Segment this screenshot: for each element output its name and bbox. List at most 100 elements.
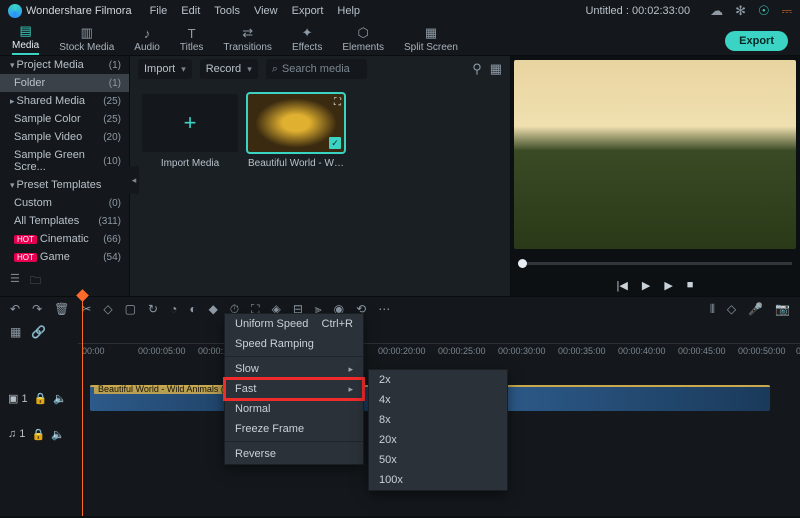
tab-stock-media[interactable]: ▥Stock Media bbox=[59, 25, 114, 55]
sidebar-item-cinematic[interactable]: HOTCinematic(66) bbox=[0, 230, 129, 248]
sidebar-item-custom[interactable]: Custom(0) bbox=[0, 194, 129, 212]
menu-export[interactable]: Export bbox=[292, 5, 324, 17]
grid-view-icon[interactable]: ▦ bbox=[490, 61, 502, 77]
tab-split-screen[interactable]: ▦Split Screen bbox=[404, 25, 458, 55]
tab-media[interactable]: ▤Media bbox=[12, 23, 39, 55]
main-menu: File Edit Tools View Export Help bbox=[150, 5, 360, 17]
search-media-input[interactable]: ⌕Search media bbox=[266, 59, 367, 79]
caret-down-icon: ▾ bbox=[10, 60, 15, 70]
preview-scrubber-row bbox=[510, 249, 800, 277]
sidebar-item-sample-green[interactable]: Sample Green Scre...(10) bbox=[0, 146, 129, 176]
titles-icon: T bbox=[188, 26, 196, 41]
tab-transitions[interactable]: ⇄Transitions bbox=[223, 25, 272, 55]
record-dropdown[interactable]: Record▾ bbox=[200, 59, 258, 79]
tab-effects[interactable]: ✦Effects bbox=[292, 25, 322, 55]
sidebar-item-sample-video[interactable]: Sample Video(20) bbox=[0, 128, 129, 146]
keyframe-icon[interactable]: ◆ bbox=[209, 302, 218, 316]
menu-reverse[interactable]: Reverse bbox=[225, 444, 363, 464]
timeline-ruler[interactable]: 00:00 00:00:05:00 00:00:10:00 00:00:15:0… bbox=[78, 343, 800, 367]
redo-icon[interactable]: ↷ bbox=[32, 302, 42, 316]
menu-fast[interactable]: Fast bbox=[225, 379, 363, 399]
import-dropdown[interactable]: Import▾ bbox=[138, 59, 192, 79]
plus-icon: + bbox=[184, 110, 197, 136]
playhead[interactable] bbox=[82, 297, 83, 516]
marker-icon[interactable]: ◇ bbox=[103, 302, 112, 316]
preview-panel: |◀ ▶ ▶ ■ bbox=[510, 56, 800, 296]
fast-50x[interactable]: 50x bbox=[369, 450, 507, 470]
sidebar-item-sample-color[interactable]: Sample Color(25) bbox=[0, 110, 129, 128]
mixer-icon[interactable]: ⫴ bbox=[710, 302, 715, 317]
sidebar-item-preset-templates[interactable]: ▾Preset Templates bbox=[0, 176, 129, 194]
crop-icon[interactable]: ▢ bbox=[125, 302, 136, 316]
preview-viewport[interactable] bbox=[514, 60, 796, 249]
export-button[interactable]: Export bbox=[725, 31, 788, 51]
undo-icon[interactable]: ↶ bbox=[10, 302, 20, 316]
more-icon[interactable]: ⋯ bbox=[378, 302, 390, 316]
scrub-handle[interactable] bbox=[518, 259, 527, 268]
stop-button[interactable]: ■ bbox=[687, 279, 694, 292]
rotate-icon[interactable]: ↻ bbox=[148, 302, 158, 316]
lock-icon[interactable]: 🔒 bbox=[31, 428, 45, 441]
next-button[interactable]: ▶ bbox=[664, 279, 672, 292]
color-icon[interactable]: ◐ bbox=[189, 302, 196, 316]
audio-track-head[interactable]: ♫ 1🔒🔈 bbox=[0, 428, 78, 441]
speed-icon[interactable]: ◔ bbox=[170, 302, 177, 316]
checkmark-icon: ✓ bbox=[329, 137, 341, 149]
brand: Wondershare Filmora bbox=[8, 4, 132, 18]
menu-uniform-speed[interactable]: Uniform SpeedCtrl+R bbox=[225, 314, 363, 334]
media-grid: + Import Media ⛶ ✓ Beautiful World - Wil… bbox=[130, 82, 510, 181]
voice-icon[interactable]: 🎤 bbox=[748, 302, 763, 316]
prev-button[interactable]: |◀ bbox=[617, 279, 628, 292]
sidebar-item-all-templates[interactable]: All Templates(311) bbox=[0, 212, 129, 230]
media-clip-tile[interactable]: ⛶ ✓ Beautiful World - Wild A... bbox=[248, 94, 344, 169]
delete-icon[interactable]: 🗑 bbox=[54, 302, 69, 316]
menu-view[interactable]: View bbox=[254, 5, 278, 17]
effects-icon: ✦ bbox=[302, 25, 313, 41]
video-track-head[interactable]: ▣ 1🔒🔈 bbox=[0, 392, 78, 405]
sidebar-item-folder[interactable]: Folder(1) bbox=[0, 74, 129, 92]
settings-icon[interactable] bbox=[735, 3, 746, 19]
cloud-icon[interactable] bbox=[710, 3, 723, 19]
help-icon[interactable] bbox=[758, 3, 770, 19]
fast-4x[interactable]: 4x bbox=[369, 390, 507, 410]
import-media-tile[interactable]: + Import Media bbox=[142, 94, 238, 169]
preview-scrubber[interactable] bbox=[518, 262, 792, 265]
play-button[interactable]: ▶ bbox=[642, 279, 650, 292]
menu-slow[interactable]: Slow bbox=[225, 359, 363, 379]
lock-icon[interactable]: 🔒 bbox=[34, 392, 48, 405]
menu-speed-ramping[interactable]: Speed Ramping bbox=[225, 334, 363, 354]
snapshot-icon[interactable]: 📷 bbox=[775, 302, 790, 316]
render-icon[interactable]: ◇ bbox=[727, 302, 736, 316]
expand-icon[interactable]: ⛶ bbox=[334, 97, 341, 108]
menu-help[interactable]: Help bbox=[337, 5, 360, 17]
fast-100x[interactable]: 100x bbox=[369, 470, 507, 490]
sidebar-item-game[interactable]: HOTGame(54) bbox=[0, 248, 129, 266]
menu-freeze-frame[interactable]: Freeze Frame bbox=[225, 419, 363, 439]
search-icon: ⌕ bbox=[272, 63, 278, 76]
folder-tree-icon[interactable]: ☰ bbox=[10, 272, 20, 291]
mute-icon[interactable]: 🔈 bbox=[51, 428, 65, 441]
collapse-sidebar-handle[interactable]: ◂ bbox=[129, 166, 139, 194]
transitions-icon: ⇄ bbox=[242, 25, 253, 41]
fast-8x[interactable]: 8x bbox=[369, 410, 507, 430]
new-folder-icon[interactable]: 🗀 bbox=[30, 272, 41, 291]
filter-icon[interactable]: ⚲ bbox=[472, 61, 482, 77]
cart-icon[interactable] bbox=[782, 3, 792, 19]
fast-20x[interactable]: 20x bbox=[369, 430, 507, 450]
mute-icon[interactable]: 🔈 bbox=[53, 392, 67, 405]
caret-right-icon: ▸ bbox=[10, 96, 15, 106]
tab-audio[interactable]: ♪Audio bbox=[134, 26, 160, 55]
menu-tools[interactable]: Tools bbox=[214, 5, 240, 17]
tab-titles[interactable]: TTitles bbox=[180, 26, 204, 55]
menu-edit[interactable]: Edit bbox=[181, 5, 200, 17]
timeline-settings-icon[interactable]: ▦ bbox=[10, 325, 21, 339]
brand-logo-icon bbox=[8, 4, 22, 18]
menu-normal[interactable]: Normal bbox=[225, 399, 363, 419]
fast-2x[interactable]: 2x bbox=[369, 370, 507, 390]
fast-submenu: 2x 4x 8x 20x 50x 100x bbox=[368, 369, 508, 491]
link-icon[interactable]: 🔗 bbox=[31, 325, 46, 339]
sidebar-item-shared-media[interactable]: ▸Shared Media(25) bbox=[0, 92, 129, 110]
menu-file[interactable]: File bbox=[150, 5, 168, 17]
sidebar-item-project-media[interactable]: ▾Project Media(1) bbox=[0, 56, 129, 74]
tab-elements[interactable]: ⬡Elements bbox=[342, 25, 384, 55]
